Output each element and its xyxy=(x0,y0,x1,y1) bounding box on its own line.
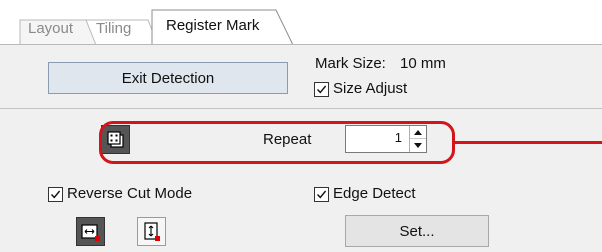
repeat-highlight-annotation xyxy=(99,121,455,164)
set-button[interactable]: Set... xyxy=(345,215,489,247)
reverse-cut-mode-checkbox[interactable]: Reverse Cut Mode xyxy=(48,185,192,203)
tab-outline xyxy=(19,9,294,46)
edge-detect-checkbox[interactable]: Edge Detect xyxy=(314,185,416,203)
edge-detect-label: Edge Detect xyxy=(333,185,416,202)
register-mark-panel: Exit Detection Mark Size: 10 mm Size Adj… xyxy=(0,44,602,252)
size-adjust-label: Size Adjust xyxy=(333,80,408,97)
reverse-cut-check-icon xyxy=(48,186,63,202)
tab-strip: Layout Tiling Register Mark xyxy=(0,0,602,46)
size-adjust-checkbox[interactable]: Size Adjust xyxy=(314,80,407,98)
reverse-cut-mode-label: Reverse Cut Mode xyxy=(67,185,193,202)
exit-detection-button[interactable]: Exit Detection xyxy=(48,62,288,94)
size-adjust-check-icon xyxy=(314,81,329,97)
tab-layout[interactable]: Layout xyxy=(28,20,73,38)
mark-size-label: Mark Size: xyxy=(315,55,386,72)
tab-register-mark[interactable]: Register Mark xyxy=(166,17,259,35)
section-divider xyxy=(0,108,602,109)
vertical-direction-icon[interactable] xyxy=(137,217,166,246)
tab-tiling[interactable]: Tiling xyxy=(96,20,131,38)
annotation-leader-line xyxy=(455,141,602,144)
mark-size-value: 10 mm xyxy=(400,55,446,72)
horizontal-direction-icon[interactable] xyxy=(76,217,105,246)
edge-detect-check-icon xyxy=(314,186,329,202)
